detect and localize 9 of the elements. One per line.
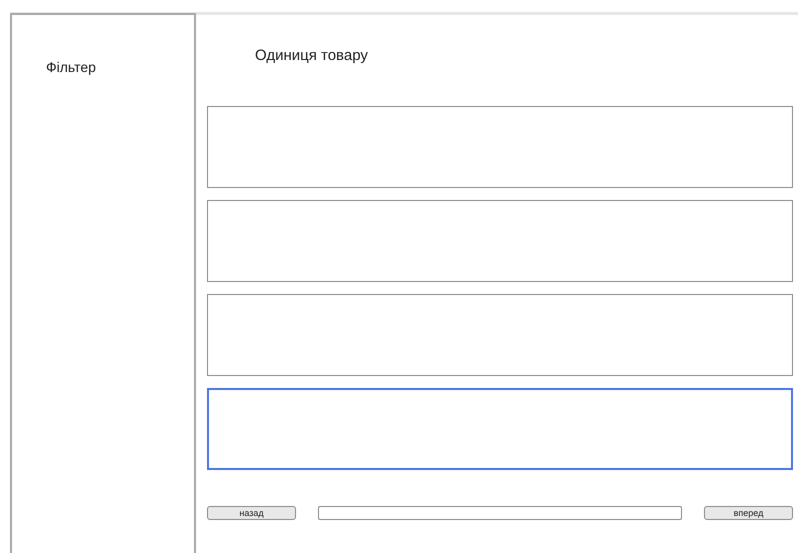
filter-title: Фільтер	[46, 59, 96, 75]
forward-button[interactable]: вперед	[704, 506, 793, 520]
product-card[interactable]	[207, 200, 793, 282]
product-card[interactable]	[207, 388, 793, 470]
back-button[interactable]: назад	[207, 506, 296, 520]
product-card[interactable]	[207, 106, 793, 188]
product-card[interactable]	[207, 294, 793, 376]
page-field[interactable]	[318, 506, 682, 520]
product-unit-title: Одиниця товару	[255, 47, 368, 64]
